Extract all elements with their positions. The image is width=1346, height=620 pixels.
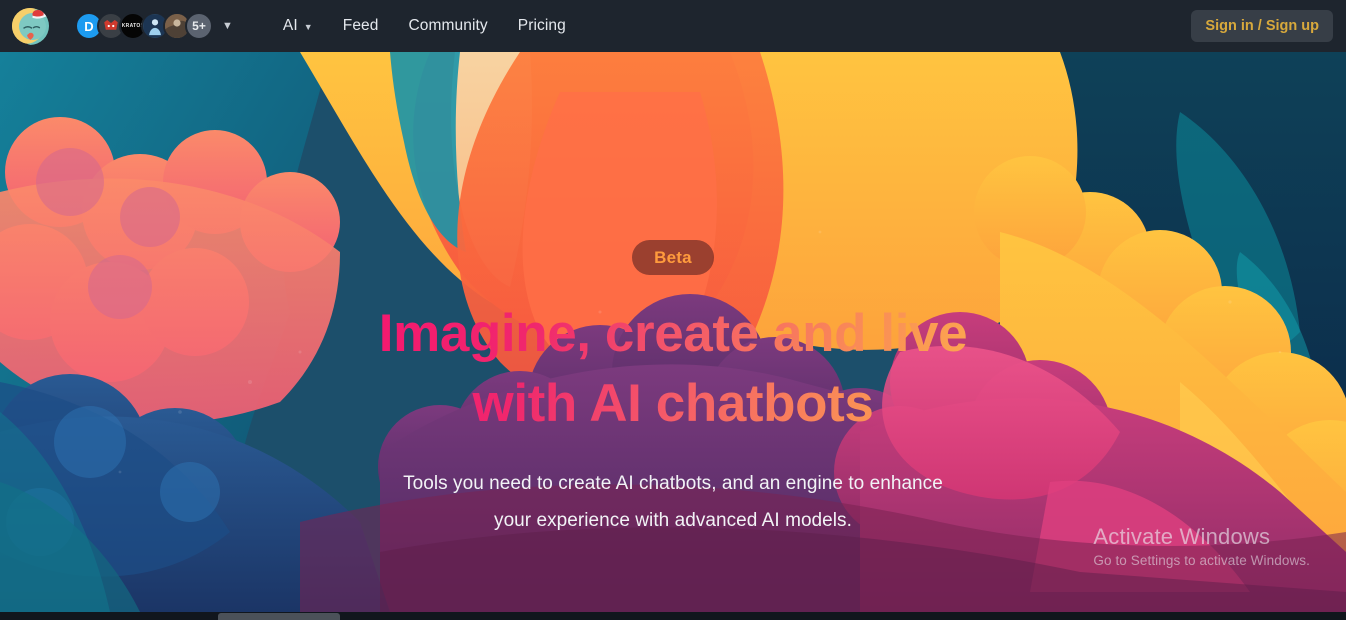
windows-activation-watermark: Activate Windows Go to Settings to activ… (1093, 523, 1310, 570)
landing-page: D KRATOS 5+ ▼ AI ▼ Feed Community Pricin… (0, 0, 1346, 620)
sign-in-sign-up-button[interactable]: Sign in / Sign up (1191, 10, 1333, 42)
hero-title: Imagine, create and live with AI chatbot… (379, 299, 968, 439)
nav-link-community[interactable]: Community (409, 17, 488, 35)
avatar-label: D (84, 18, 94, 34)
below-fold-card-edge[interactable] (218, 613, 340, 620)
hero-section: Beta Imagine, create and live with AI ch… (0, 52, 1346, 612)
nav-links: AI ▼ Feed Community Pricing (283, 17, 566, 35)
below-fold-strip (0, 612, 1346, 620)
chevron-down-icon: ▼ (303, 22, 313, 32)
nav-link-label: Pricing (517, 17, 566, 34)
avatar-overflow-label: 5+ (192, 19, 206, 33)
nav-link-pricing[interactable]: Pricing (518, 17, 566, 35)
top-navigation-bar: D KRATOS 5+ ▼ AI ▼ Feed Community Pricin… (0, 0, 1346, 52)
beta-badge: Beta (632, 240, 714, 275)
watermark-subtitle: Go to Settings to activate Windows. (1093, 553, 1310, 569)
avatar-overflow-count[interactable]: 5+ (185, 12, 213, 40)
watermark-title: Activate Windows (1093, 523, 1271, 549)
chevron-down-icon[interactable]: ▼ (222, 20, 233, 32)
nav-link-label: AI (282, 17, 298, 34)
nav-link-label: Community (408, 17, 488, 34)
nav-link-label: Feed (342, 17, 379, 34)
hero-subtitle: Tools you need to create AI chatbots, an… (403, 472, 943, 531)
nav-link-ai[interactable]: AI ▼ (283, 17, 313, 35)
avatar-stack[interactable]: D KRATOS 5+ ▼ (75, 12, 233, 40)
nav-link-feed[interactable]: Feed (343, 17, 379, 35)
app-logo-icon[interactable] (11, 7, 49, 45)
